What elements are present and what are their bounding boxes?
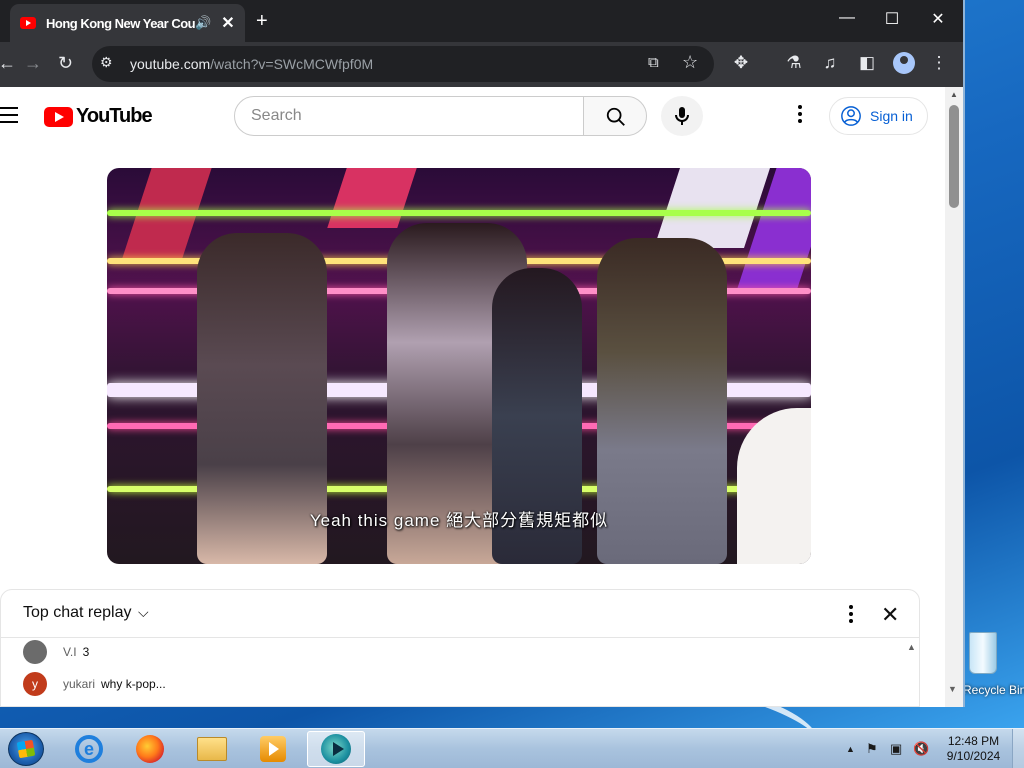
network-icon[interactable]: ▣ — [890, 741, 902, 757]
stage-prop — [737, 408, 811, 564]
sign-in-button[interactable]: Sign in — [829, 97, 928, 135]
taskbar-firefox[interactable] — [121, 731, 179, 767]
scrollbar-thumb[interactable] — [949, 105, 959, 208]
youtube-page: YouTube Sign in — [0, 87, 945, 707]
chat-close-icon[interactable]: ✕ — [881, 602, 899, 628]
bookmark-star-icon[interactable]: ☆ — [682, 52, 698, 73]
browser-toolbar: ← → ↻ ⚙ youtube.com/watch?v=SWcMCWfpf0M … — [0, 42, 963, 87]
sign-in-label: Sign in — [870, 108, 913, 124]
internet-explorer-icon: e — [75, 735, 103, 763]
microphone-icon — [675, 107, 689, 125]
minimize-button[interactable]: — — [832, 9, 862, 27]
tab-youtube[interactable]: Hong Kong New Year Countdown 🔊 ✕ — [10, 4, 245, 42]
screen-capture-icon — [321, 734, 351, 764]
folder-icon — [197, 737, 227, 761]
media-queue-icon[interactable]: ♫ — [818, 53, 842, 73]
forward-button[interactable]: → — [24, 53, 42, 74]
video-caption: Yeah this game 絕大部分舊規矩都似 — [309, 511, 609, 530]
browser-titlebar: Hong Kong New Year Countdown 🔊 ✕ + — ☐ ✕ — [0, 0, 963, 42]
tab-title: Hong Kong New Year Countdown — [46, 15, 195, 31]
address-url[interactable]: youtube.com/watch?v=SWcMCWfpf0M — [130, 56, 373, 72]
scroll-down-icon[interactable]: ▼ — [948, 684, 957, 694]
search-input[interactable] — [234, 96, 584, 136]
maximize-button[interactable]: ☐ — [877, 9, 907, 29]
new-tab-button[interactable]: + — [256, 10, 268, 33]
chat-text: 3 — [82, 645, 90, 659]
stage-light-panel — [654, 168, 770, 248]
back-button[interactable]: ← — [0, 53, 16, 74]
taskbar: e ▲ ⚑ ▣ 🔇 12:48 PM 9/10/2024 — [0, 728, 1024, 768]
more-options-icon[interactable] — [790, 105, 810, 127]
taskbar-media-player[interactable] — [244, 731, 302, 767]
browser-window: Hong Kong New Year Countdown 🔊 ✕ + — ☐ ✕… — [0, 0, 965, 707]
recycle-bin-label: Recycle Bin — [963, 683, 1024, 697]
stage-light-panel — [327, 168, 417, 228]
scroll-up-icon[interactable]: ▲ — [950, 90, 958, 99]
youtube-play-icon — [44, 106, 73, 127]
chat-author[interactable]: yukari — [63, 677, 95, 691]
recycle-bin-shortcut[interactable]: Recycle Bin — [963, 628, 1024, 708]
youtube-favicon-icon — [20, 17, 36, 29]
live-chat-panel: Top chat replay ⌵ ✕ ▲ V.I 3 y yukari why… — [0, 589, 920, 707]
speaker-icon[interactable]: 🔊 — [195, 15, 213, 31]
site-info-icon[interactable]: ⚙ — [100, 54, 113, 71]
firefox-icon — [136, 735, 164, 763]
recycle-bin-icon — [969, 632, 997, 674]
address-bar[interactable]: ⚙ youtube.com/watch?v=SWcMCWfpf0M ⧉ ☆ — [92, 46, 714, 82]
page-scrollbar[interactable]: ▲ — [945, 87, 963, 707]
taskbar-active-app[interactable] — [307, 731, 365, 767]
chat-header: Top chat replay ⌵ ✕ — [1, 590, 919, 638]
volume-muted-icon[interactable]: 🔇 — [913, 741, 929, 757]
show-hidden-icons[interactable]: ▲ — [846, 744, 855, 754]
youtube-logo[interactable]: YouTube — [44, 105, 153, 128]
clock-time: 12:48 PM — [947, 734, 1000, 748]
chat-more-icon[interactable] — [846, 605, 856, 626]
extensions-icon[interactable]: ✥ — [729, 53, 753, 73]
chat-message: V.I 3 — [23, 640, 89, 664]
media-player-icon — [260, 736, 286, 762]
hamburger-menu-icon[interactable] — [0, 107, 18, 128]
show-desktop-button[interactable] — [1012, 729, 1024, 768]
voice-search-button[interactable] — [661, 96, 703, 136]
side-panel-icon[interactable]: ◧ — [855, 53, 879, 73]
avatar[interactable] — [23, 640, 47, 664]
profile-avatar-icon[interactable] — [893, 52, 915, 74]
labs-flask-icon[interactable]: ⚗ — [782, 53, 806, 73]
account-circle-icon — [841, 106, 861, 126]
chat-message: y yukari why k-pop... — [23, 672, 166, 696]
video-player[interactable]: Yeah this game 絕大部分舊規矩都似 — [107, 168, 811, 564]
close-window-button[interactable]: ✕ — [923, 9, 953, 29]
clock-date: 9/10/2024 — [946, 749, 1001, 763]
chat-scroll-up-icon[interactable]: ▲ — [907, 642, 916, 652]
action-center-flag-icon[interactable]: ⚑ — [866, 741, 878, 757]
chevron-down-icon[interactable]: ⌵ — [138, 604, 149, 621]
reload-button[interactable]: ↻ — [58, 53, 73, 74]
chat-mode-dropdown[interactable]: Top chat replay — [23, 604, 132, 622]
start-button[interactable] — [8, 732, 44, 766]
browser-menu-icon[interactable]: ⋮ — [927, 53, 951, 73]
install-app-icon[interactable]: ⧉ — [648, 54, 659, 71]
chat-text: why k-pop... — [101, 677, 166, 691]
laser-beam — [107, 210, 811, 216]
avatar[interactable]: y — [23, 672, 47, 696]
search-icon — [606, 107, 625, 126]
taskbar-file-explorer[interactable] — [183, 731, 241, 767]
system-clock[interactable]: 12:48 PM 9/10/2024 — [936, 734, 1011, 764]
chat-author[interactable]: V.I — [63, 645, 77, 659]
taskbar-internet-explorer[interactable]: e — [60, 731, 118, 767]
tab-close-icon[interactable]: ✕ — [219, 13, 237, 33]
search-button[interactable] — [583, 96, 647, 136]
youtube-logo-text: YouTube — [76, 105, 153, 127]
